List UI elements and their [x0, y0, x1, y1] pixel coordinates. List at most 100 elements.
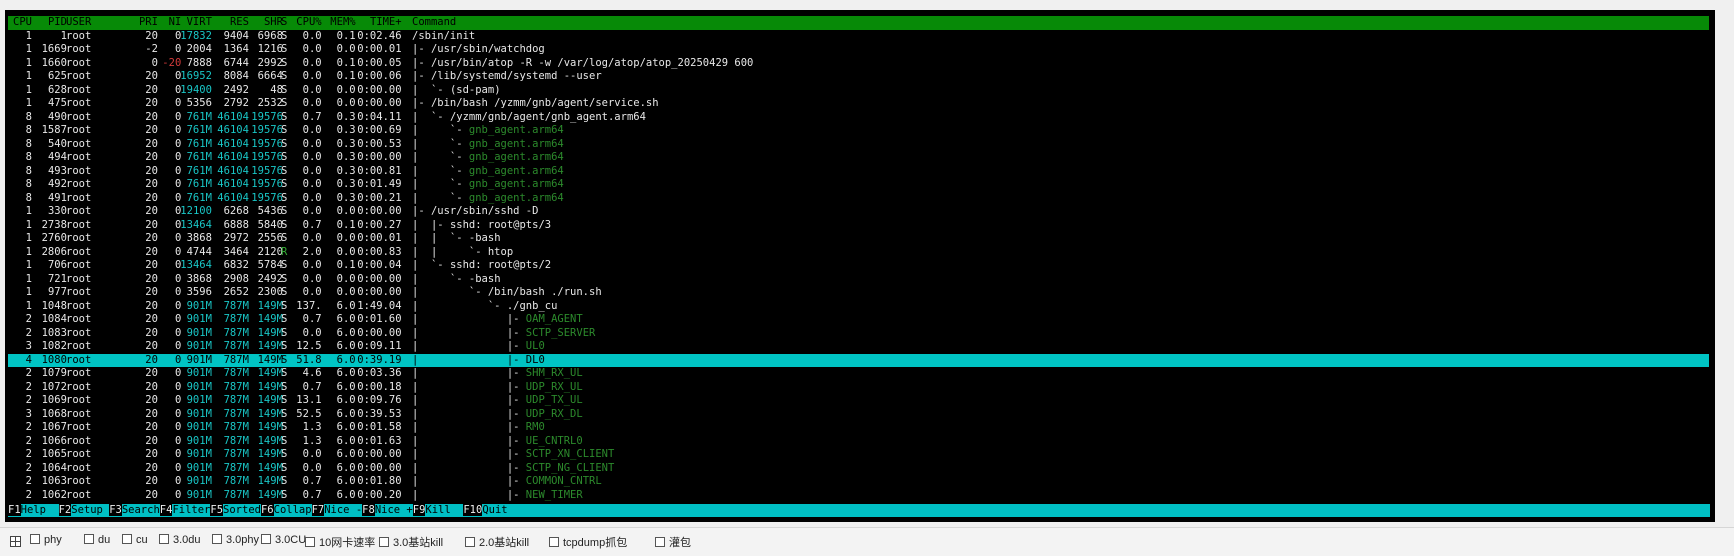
- process-row[interactable]: 2 1065 root 20 0 901M 787M 149M S 0.0 6.0 0:00.00 | …: [8, 448, 1709, 462]
- session-tab[interactable]: 3.0CU: [261, 534, 306, 546]
- process-row[interactable]: 8 1587 root 20 0 761M 46104 19576 S 0.0 0.3 0:00.69…: [8, 124, 1709, 138]
- process-row[interactable]: 4 1080 root 20 0 901M 787M 149M S 51.8 6.0 0:39.19 |…: [8, 353, 1709, 367]
- session-tab[interactable]: du: [84, 534, 110, 546]
- process-time: 0:00.00: [357, 286, 402, 298]
- session-tab-label: 3.0CU: [275, 534, 307, 546]
- process-row[interactable]: 2 1069 root 20 0 901M 787M 149M S 13.1 6.0 0:09.76 |…: [8, 394, 1709, 408]
- column-header-cpupct[interactable]: CPU%: [290, 16, 321, 30]
- session-tab[interactable]: 3.0基站kill: [379, 534, 443, 550]
- session-tab[interactable]: 3.0du: [159, 534, 201, 546]
- session-tab[interactable]: tcpdump抓包: [549, 534, 627, 550]
- session-tab[interactable]: 2.0基站kill: [465, 534, 529, 550]
- process-row[interactable]: 1 721 root 20 0 3868 2908 2492 S 0.0 0.0 0:00.00 | `…: [8, 273, 1709, 287]
- process-row[interactable]: 8 493 root 20 0 761M 46104 19576 S 0.0 0.3 0:00.81 |…: [8, 165, 1709, 179]
- column-header-user[interactable]: USER: [66, 16, 91, 30]
- process-row[interactable]: 8 540 root 20 0 761M 46104 19576 S 0.0 0.3 0:00.53 |…: [8, 138, 1709, 152]
- column-header-s[interactable]: S: [281, 16, 287, 30]
- process-row[interactable]: 2 1083 root 20 0 901M 787M 149M S 0.0 6.0 0:00.00 | …: [8, 327, 1709, 341]
- process-cpupct: 0.0: [302, 448, 322, 460]
- process-time: 0:01.58: [357, 421, 402, 433]
- process-row[interactable]: 1 2738 root 20 0 13464 6888 5840 S 0.7 0.1 0:00.27 |…: [8, 219, 1709, 233]
- process-row[interactable]: 2 1064 root 20 0 901M 787M 149M S 0.0 6.0 0:00.00 | …: [8, 462, 1709, 476]
- function-key-f2[interactable]: F2Setup: [58, 504, 110, 517]
- session-tab[interactable]: 3.0phy: [212, 534, 259, 546]
- grid-icon[interactable]: [10, 536, 21, 547]
- function-key-f7[interactable]: F7Nice -: [311, 504, 362, 517]
- process-user: root: [66, 475, 92, 487]
- process-row[interactable]: 8 490 root 20 0 761M 46104 19576 S 0.7 0.3 0:04.11 |…: [8, 111, 1709, 125]
- function-key-code: F3: [109, 504, 122, 516]
- function-key-f8[interactable]: F8Nice +: [362, 504, 413, 517]
- process-row[interactable]: 1 625 root 20 0 16952 8084 6664 S 0.0 0.1 0:00.06 |-…: [8, 70, 1709, 84]
- process-virt: 4744: [186, 245, 212, 258]
- column-header-virt[interactable]: VIRT: [174, 16, 212, 30]
- session-tab[interactable]: 10网卡速率: [305, 534, 375, 550]
- function-key-f9[interactable]: F9Kill: [412, 504, 464, 517]
- process-row[interactable]: 1 977 root 20 0 3596 2652 2300 S 0.0 0.0 0:00.00 | `…: [8, 286, 1709, 300]
- process-pid: 1082: [41, 340, 67, 352]
- process-res: 787M: [223, 367, 249, 379]
- process-command: | |- OAM_AGENT: [412, 313, 583, 327]
- process-s: S: [281, 110, 288, 123]
- process-table[interactable]: CPU PID USER PRI NI VIRT RES SHR S CPU% MEM% TIME+ C…: [8, 16, 1709, 502]
- terminal-window[interactable]: CPU PID USER PRI NI VIRT RES SHR S CPU% MEM% TIME+ C…: [5, 10, 1715, 522]
- column-header-pid[interactable]: PID: [29, 16, 67, 30]
- process-row[interactable]: 2 1063 root 20 0 901M 787M 149M S 0.7 6.0 0:01.80 | …: [8, 475, 1709, 489]
- process-command: | |- SCTP_NG_CLIENT: [412, 462, 614, 476]
- process-row[interactable]: 1 1048 root 20 0 901M 787M 149M S 137. 6.0 1:49.04 |…: [8, 300, 1709, 314]
- column-header-time[interactable]: TIME+: [351, 16, 402, 30]
- function-key-code: F2: [58, 504, 72, 516]
- process-command-name: /usr/bin/atop -R -w /var/log/atop/atop_2…: [430, 56, 754, 69]
- process-row[interactable]: 3 1082 root 20 0 901M 787M 149M S 12.5 6.0 0:09.11 |…: [8, 340, 1709, 354]
- column-header-row[interactable]: CPU PID USER PRI NI VIRT RES SHR S CPU% MEM% TIME+ C…: [8, 16, 1709, 30]
- process-cpupct: 0.0: [302, 259, 322, 271]
- process-pri: 20: [145, 407, 158, 420]
- column-header-shr[interactable]: SHR: [245, 16, 283, 30]
- process-cpupct: 0.0: [302, 56, 322, 69]
- process-row[interactable]: 2 1062 root 20 0 901M 787M 149M S 0.7 6.0 0:00.20 | …: [8, 489, 1709, 503]
- process-row[interactable]: 1 330 root 20 0 12100 6268 5436 S 0.0 0.0 0:00.00 |-…: [8, 205, 1709, 219]
- process-pri: 20: [145, 394, 158, 406]
- column-header-res[interactable]: RES: [211, 16, 249, 30]
- process-row[interactable]: 8 491 root 20 0 761M 46104 19576 S 0.0 0.3 0:00.21 |…: [8, 192, 1709, 206]
- function-key-f3[interactable]: F3Search: [109, 504, 160, 517]
- process-row[interactable]: 2 1067 root 20 0 901M 787M 149M S 1.3 6.0 0:01.58 | …: [8, 421, 1709, 435]
- process-row[interactable]: 2 1066 root 20 0 901M 787M 149M S 1.3 6.0 0:01.63 | …: [8, 435, 1709, 449]
- session-tab[interactable]: 灌包: [655, 534, 691, 550]
- process-row[interactable]: 2 1072 root 20 0 901M 787M 149M S 0.7 6.0 0:00.18 | …: [8, 381, 1709, 395]
- function-key-f4[interactable]: F4Filter: [159, 504, 210, 517]
- process-s: S: [281, 70, 288, 82]
- function-key-f6[interactable]: F6Collap: [260, 504, 312, 517]
- process-row[interactable]: 1 1660 root 0 -20 7888 6744 2992 S 0.0 0.1 0:00.05 |…: [8, 57, 1709, 71]
- function-key-f10[interactable]: F10Quit: [463, 504, 520, 517]
- process-pri: 20: [145, 205, 158, 217]
- process-shr: 149M: [257, 461, 283, 474]
- process-row[interactable]: 2 1084 root 20 0 901M 787M 149M S 0.7 6.0 0:01.60 | …: [8, 313, 1709, 327]
- process-row[interactable]: 3 1068 root 20 0 901M 787M 149M S 52.5 6.0 0:39.53 |…: [8, 408, 1709, 422]
- process-row[interactable]: 8 494 root 20 0 761M 46104 19576 S 0.0 0.3 0:00.00 |…: [8, 151, 1709, 165]
- column-header-pri[interactable]: PRI: [120, 16, 158, 30]
- process-row[interactable]: 2 1079 root 20 0 901M 787M 149M S 4.6 6.0 0:03.36 | …: [8, 367, 1709, 381]
- process-row[interactable]: 1 1669 root -2 0 2004 1364 1216 S 0.0 0.0 0:00.01 |-…: [8, 43, 1709, 57]
- process-pri: 20: [145, 124, 158, 136]
- process-row[interactable]: 1 1 root 20 0 17832 9404 6968 S 0.0 0.1 0:02.46/sbi…: [8, 30, 1709, 44]
- process-row[interactable]: 1 475 root 20 0 5356 2792 2532 S 0.0 0.0 0:00.00 |- …: [8, 97, 1709, 111]
- process-res: 787M: [223, 380, 249, 393]
- process-row[interactable]: 1 628 root 20 0 19400 2492 48 S 0.0 0.0 0:00.00 | `-…: [8, 84, 1709, 98]
- process-tree-branch: | |-: [412, 448, 526, 460]
- process-row[interactable]: 1 2806 root 20 0 4744 3464 2120 R 2.0 0.0 0:00.83 | …: [8, 246, 1709, 260]
- process-res: 787M: [223, 488, 249, 501]
- column-header-cmd[interactable]: Command: [412, 16, 456, 30]
- process-row[interactable]: 1 2760 root 20 0 3868 2972 2556 S 0.0 0.0 0:00.01 | …: [8, 232, 1709, 246]
- session-tab[interactable]: phy: [30, 534, 62, 546]
- function-key-f1[interactable]: F1Help: [8, 504, 59, 517]
- process-row[interactable]: 1 706 root 20 0 13464 6832 5784 S 0.0 0.1 0:00.04 | …: [8, 259, 1709, 273]
- process-row[interactable]: 8 492 root 20 0 761M 46104 19576 S 0.0 0.3 0:01.49 |…: [8, 178, 1709, 192]
- process-command: | `- gnb_agent.arm64: [412, 151, 564, 165]
- process-cpupct: 0.0: [302, 178, 322, 190]
- process-time: 0:03.36: [357, 367, 402, 379]
- session-tab[interactable]: cu: [122, 534, 148, 546]
- process-command: | |- UDP_RX_UL: [412, 381, 583, 395]
- function-key-f5[interactable]: F5Sorted: [210, 504, 261, 517]
- process-user: root: [66, 124, 92, 136]
